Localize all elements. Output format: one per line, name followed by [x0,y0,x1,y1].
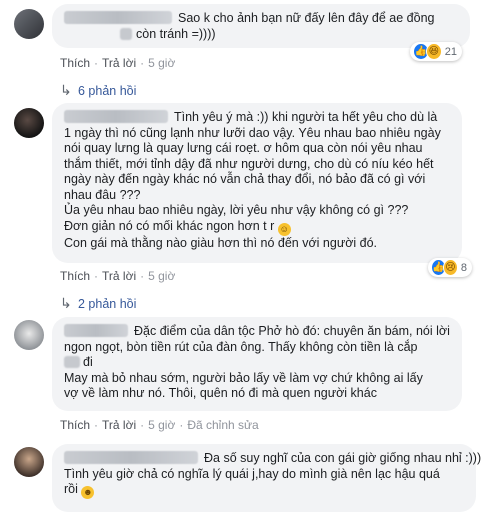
comment-text: thắm thiết, mới tỉnh dậy đã như người dư… [64,156,434,171]
comment-actions: Thích · Trả lời · 5 giờ [60,269,176,283]
reaction-count: 21 [444,45,457,58]
reaction-summary[interactable]: 👍 😢 8 [428,258,472,277]
comment-text: vợ về làm như nó. Thôi, quên nó đi mà qu… [64,386,377,400]
commenter-name[interactable] [64,451,198,464]
timestamp[interactable]: 5 giờ [148,56,175,70]
comment-actions: Thích · Trả lời · 5 giờ [60,56,176,70]
comment-text: Ủa yêu nhau bao nhiêu ngày, lời yêu như … [64,203,409,217]
comment-text: May mà bỏ nhau sớm, người bảo lấy về làm… [64,370,423,385]
comment-text: nhau đâu ??? [64,187,141,202]
commenter-name[interactable] [64,11,172,24]
reply-arrow-icon: ↳ [60,82,72,98]
reply-link[interactable]: Trả lời [102,56,136,70]
comment-text: Đặc điểm của dân tộc Phở hò đó: chuyên ă… [134,324,450,338]
comment-text: Tình yêu giờ chả có nghĩa lý quái j,hay … [64,466,440,481]
like-link[interactable]: Thích [60,269,90,283]
comment-bubble: Đặc điểm của dân tộc Phở hò đó: chuyên ă… [52,317,462,411]
grin-emoji-icon: ☻ [81,486,95,499]
comment-actions: Thích · Trả lời · 5 giờ · Đã chỉnh sửa [60,418,259,432]
comment-text: ngày này đến ngày khác nó vẫn chả thay đ… [64,172,426,186]
reaction-summary[interactable]: 👍 😆 21 [410,42,462,61]
avatar[interactable] [14,320,44,350]
comment-text: rồi [64,482,78,496]
sad-icon: 😢 [442,259,458,276]
smile-emoji-icon: ☺ [277,222,291,236]
comment-text: ngon ngọt, bòn tiền rút của đàn ông. Thấ… [64,339,418,354]
commenter-name[interactable] [64,110,168,123]
avatar[interactable] [14,108,44,138]
reply-link[interactable]: Trả lời [102,269,136,283]
blurred-text [120,27,132,40]
edited-label[interactable]: Đã chỉnh sửa [187,418,258,432]
view-replies-link[interactable]: ↳ 2 phản hồi [60,295,136,312]
comment-text: đi [83,355,93,369]
like-link[interactable]: Thích [60,56,90,70]
comment-bubble: Đa số suy nghĩ của con gái giờ giống nha… [52,444,481,512]
comment-text: nói quay lưng là quay lưng cái roẹt. ơ h… [64,141,423,155]
like-link[interactable]: Thích [60,418,90,432]
timestamp[interactable]: 5 giờ [148,269,175,283]
reply-link[interactable]: Trả lời [102,418,136,432]
comment-text: Tình yêu ý mà :)) khi người ta hết yêu c… [174,110,438,124]
reaction-count: 8 [460,261,467,274]
timestamp[interactable]: 5 giờ [148,418,175,432]
haha-icon: 😆 [425,43,442,60]
comment-text: Đa số suy nghĩ của con gái giờ giống nha… [204,451,482,465]
reply-arrow-icon: ↳ [60,295,72,311]
comment-text: Con gái mà thằng nào giàu hơn thì nó đến… [64,235,378,250]
comment-text: Sao k cho ảnh bạn nữ đấy lên đây để ae đ… [178,11,435,25]
comment-text: Đơn giản nó có mối khác ngon hơn t r [64,218,275,233]
commenter-name[interactable] [64,324,128,337]
blurred-text [64,356,80,368]
comment-text: còn tránh =)))) [136,26,216,41]
avatar[interactable] [14,9,44,39]
view-replies-link[interactable]: ↳ 6 phản hồi [60,82,136,99]
comment-text: 1 ngày thì nó cũng lạnh như lưỡi dao vậy… [64,125,441,140]
comment-bubble: Sao k cho ảnh bạn nữ đấy lên đây để ae đ… [52,4,470,48]
comment-bubble: Tình yêu ý mà :)) khi người ta hết yêu c… [52,103,462,263]
avatar[interactable] [14,447,44,477]
